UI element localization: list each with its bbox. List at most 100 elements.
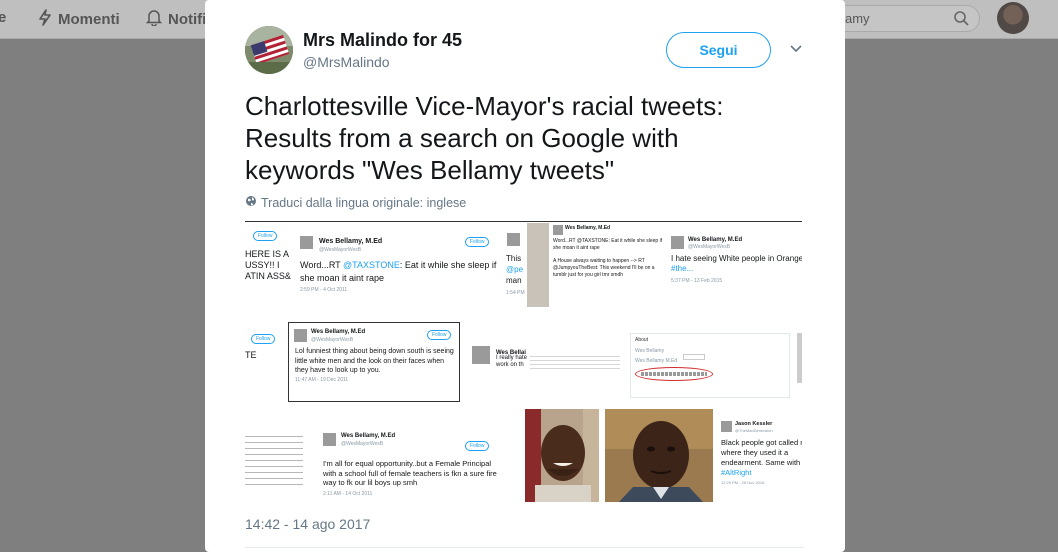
author-handle[interactable]: @MrsMalindo: [303, 54, 390, 70]
screenshot-line: man: [506, 276, 522, 285]
screenshot-line: endearment. Same with w: [721, 458, 802, 467]
avatar: [553, 225, 563, 235]
follow-badge: Follow: [465, 237, 490, 247]
screenshot-tile: [797, 333, 802, 383]
tweet-text-line: keywords "Wes Bellamy tweets": [245, 155, 615, 185]
nav-notifications-label: Notifi: [168, 11, 207, 28]
screenshot-text: Black people got called n where they use…: [721, 438, 802, 478]
screenshot-name: Wes Bellamy, M.Ed: [565, 225, 611, 231]
screenshot-tile: This @pe man 1:54 PM: [503, 223, 527, 313]
follow-badge: Follow: [251, 334, 276, 344]
avatar: [671, 236, 684, 249]
screenshot-line: USSY!! I: [245, 260, 280, 270]
screenshot-text-link: @TAXSTONE: [343, 260, 400, 270]
follow-badge: Follow: [427, 330, 452, 340]
lightning-icon: [38, 9, 52, 30]
author-name[interactable]: Mrs Malindo for 45: [303, 30, 462, 51]
screenshot-text: HERE IS A USSY!! I ATIN ASS&: [245, 249, 291, 282]
tweet-text-line: Results from a search on Google with: [245, 123, 679, 153]
screenshot-handle: @WesMayorWesB: [341, 441, 384, 447]
screenshot-footer: 12:29 PM - 28 Nov 2016: [721, 480, 765, 485]
nav-home-label: e: [0, 9, 7, 26]
screenshot-line: she moan it aint rape: [553, 245, 600, 251]
tweet-media[interactable]: Follow HERE IS A USSY!! I ATIN ASS& Wes …: [245, 221, 802, 502]
screenshot-tile: About Wes Bellamy Wes Bellamy M.Ed: [630, 333, 790, 398]
screenshot-handle: @WesMayorWesB: [311, 337, 354, 343]
search-input[interactable]: amy: [826, 5, 980, 32]
nav-home[interactable]: e: [0, 9, 6, 26]
screenshot-text: TE: [245, 350, 257, 360]
screenshot-line: #the...: [671, 264, 694, 273]
screenshot-handle: @WesMayorWesB: [688, 244, 731, 250]
screenshot-line: A House always waiting to happen --> RT: [553, 258, 645, 264]
nav-moments-label: Momenti: [58, 11, 120, 28]
cropped-text: [245, 431, 303, 486]
screenshot-text: Word...RT @TAXSTONE: Eat it while she sl…: [553, 238, 665, 279]
screenshot-title: About: [635, 337, 649, 343]
search-input-value: amy: [845, 11, 870, 26]
screenshot-footer: 2:59 PM - 4 Oct 2011: [300, 287, 348, 293]
screenshot-line: @JumpyouTheBest: This weekend I'll be on…: [553, 265, 655, 271]
screenshot-tile: Wes Bellamy, M.Ed @WesMayorWesB Follow L…: [288, 322, 460, 402]
tweet-timestamp[interactable]: 14:42 - 14 ago 2017: [245, 516, 370, 532]
screenshot-tile: Wes Bellamy, M.Ed Word...RT @TAXSTONE: E…: [527, 223, 667, 307]
photo-strip: [527, 223, 549, 307]
search-icon[interactable]: [953, 10, 969, 29]
screenshot-tile: Jason Kessler @TheMadDimension Black peo…: [717, 411, 802, 502]
follow-badge: Follow: [465, 441, 490, 451]
screenshot-name: Wes Bellamy, M.Ed: [688, 237, 743, 243]
screenshot-line: This: [506, 254, 522, 263]
screenshot-text-pre: Word...RT: [300, 260, 344, 270]
follow-button[interactable]: Segui: [666, 32, 771, 68]
translate-label: Traduci dalla lingua originale: inglese: [261, 195, 467, 210]
nav-notifications[interactable]: Notifi: [145, 9, 207, 30]
avatar: [721, 421, 732, 432]
screenshot-text: Lol funniest thing about being down sout…: [295, 348, 454, 374]
screenshot-text: I hate seeing White people in Orange #th…: [671, 254, 802, 274]
tweet-modal: Mrs Malindo for 45 @MrsMalindo Segui Cha…: [205, 0, 845, 552]
screenshot-footer: 5:37 PM - 13 Feb 2015: [671, 278, 723, 284]
photo-tile: [605, 409, 713, 502]
screenshot-line: Black people got called n: [721, 438, 802, 447]
avatar: [294, 329, 307, 342]
screenshot-footer: 1:54 PM: [506, 290, 525, 296]
screenshot-tile: [245, 411, 307, 502]
avatar: [323, 433, 336, 446]
screenshot-handle: @WesMayorWesB: [319, 247, 362, 253]
screenshot-line: @pe: [506, 265, 524, 274]
screenshot-line: where they used it a: [721, 448, 789, 457]
avatar: [507, 233, 520, 246]
screenshot-tile: Wes Bellamy, M.Ed @WesMayorWesB Follow W…: [295, 223, 503, 313]
screenshot-tile: Wes Bellamy, M.Ed @WesMayorWesB I hate s…: [669, 223, 802, 307]
circled-text: [641, 372, 707, 376]
bell-icon: [145, 9, 163, 30]
screenshot-name: Wes Bellamy, M.Ed: [319, 238, 383, 245]
screenshot-footer: 11:47 AM - 19 Dec 2011: [295, 377, 349, 383]
screenshot-tile: Follow TE: [245, 322, 287, 402]
author-avatar[interactable]: [245, 26, 293, 74]
nav-moments[interactable]: Momenti: [38, 9, 120, 30]
chevron-down-icon[interactable]: [788, 42, 804, 56]
screenshot-line: HERE IS A: [245, 249, 290, 259]
screenshot-line: Word...RT @TAXSTONE: Eat it while she sl…: [553, 238, 663, 244]
screenshot-button: [683, 354, 705, 360]
user-avatar[interactable]: [997, 2, 1029, 34]
avatar: [300, 236, 313, 249]
screenshot-text: Word...RT @TAXSTONE: Eat it while she sl…: [300, 259, 500, 285]
screenshot-tile: Wes Bellai I really hate work on th: [468, 322, 626, 402]
tweet-text: Charlottesville Vice-Mayor's racial twee…: [245, 90, 805, 186]
screenshot-line: #AltRight: [721, 468, 752, 477]
screenshot-footer: 2:11 AM - 14 Oct 2011: [323, 491, 373, 497]
screenshot-tile: Wes Bellamy, M.Ed @WesMayorWesB Follow I…: [307, 411, 507, 502]
screenshot-text: I'm all for equal opportunity..but a Fem…: [323, 459, 497, 487]
screenshot-name: Wes Bellamy, M.Ed: [341, 433, 396, 439]
translate-link[interactable]: Traduci dalla lingua originale: inglese: [245, 195, 466, 210]
screenshot-section: Wes Bellamy: [635, 348, 665, 354]
screenshot-handle: @TheMadDimension: [735, 428, 773, 433]
screenshot-text: This @pe man: [506, 253, 523, 286]
screenshot-name: Jason Kessler: [735, 421, 773, 427]
screenshot-name: Wes Bellamy, M.Ed: [311, 329, 366, 335]
screenshot-section: Wes Bellamy M.Ed: [635, 358, 678, 364]
media-top-border: [245, 221, 802, 222]
screenshot-line: I hate seeing White people in Orange: [671, 254, 802, 263]
